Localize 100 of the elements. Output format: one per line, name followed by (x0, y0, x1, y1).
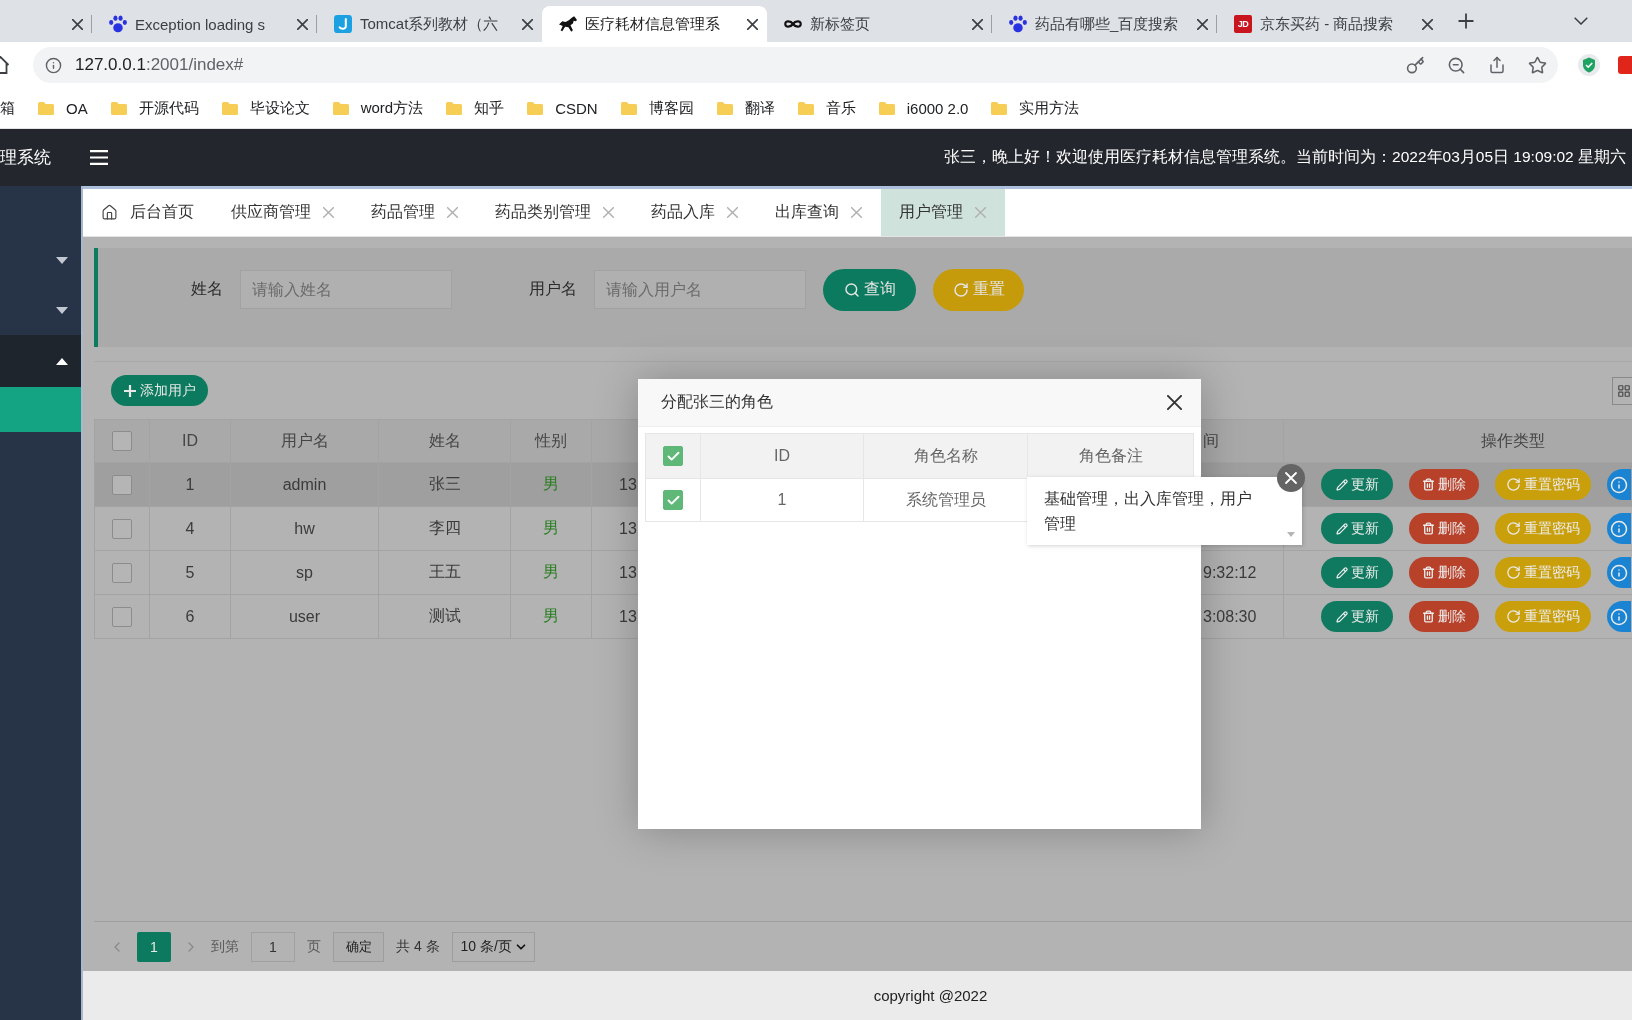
table-cell: 李四 (379, 507, 511, 550)
close-icon[interactable] (1167, 395, 1182, 410)
bookmark-item[interactable]: 音乐 (797, 98, 856, 118)
bookmark-item[interactable]: 开源代码 (110, 98, 199, 118)
info-button[interactable] (1607, 601, 1631, 632)
page-input[interactable]: 1 (251, 931, 295, 962)
grid-button[interactable] (1612, 376, 1632, 405)
browser-tab[interactable]: Exception loading s (92, 6, 317, 42)
folder-icon (332, 101, 349, 115)
url-field[interactable]: 127.0.0.1:2001/index# (75, 55, 244, 75)
text-field[interactable]: 请输入用户名 (594, 270, 806, 309)
close-icon[interactable] (972, 18, 983, 30)
delete-button[interactable]: 删除 (1409, 469, 1479, 500)
page-size-select[interactable]: 10 条/页 (451, 931, 535, 962)
page-tab[interactable]: 出库查询 (757, 189, 881, 236)
edit-button[interactable]: 更新 (1321, 513, 1393, 544)
address-bar[interactable]: 127.0.0.1:2001/index# (33, 47, 1558, 83)
table-cell: 13 (619, 519, 637, 538)
caret-up-icon[interactable] (56, 357, 68, 365)
checkbox[interactable] (112, 606, 132, 627)
browser-tab[interactable]: Tomcat系列教材（六 (317, 6, 542, 42)
info-button[interactable] (1607, 513, 1631, 544)
bookmark-item[interactable]: word方法 (332, 98, 424, 118)
page-tab[interactable]: 药品入库 (633, 189, 757, 236)
close-icon[interactable] (1422, 18, 1433, 30)
table-cell: sp (231, 551, 379, 594)
bookmark-item[interactable]: 知乎 (446, 98, 505, 118)
page-tab[interactable]: 后台首页 (83, 189, 213, 236)
checkbox[interactable] (112, 431, 132, 451)
edit-button[interactable]: 更新 (1321, 557, 1393, 588)
bookmark-item[interactable]: 毕设论文 (221, 98, 310, 118)
info-icon (1610, 519, 1628, 538)
browser-tab[interactable]: 新标签页 (767, 6, 992, 42)
close-icon[interactable] (297, 18, 308, 30)
new-tab-icon[interactable] (1458, 13, 1474, 29)
browser-tab[interactable]: 医疗耗材信息管理系 (542, 6, 767, 42)
bookmark-item[interactable]: 翻译 (716, 98, 775, 118)
page-tab[interactable]: 药品管理 (353, 189, 477, 236)
checkbox[interactable] (112, 474, 132, 495)
checkbox[interactable] (112, 518, 132, 539)
key-icon[interactable] (1406, 55, 1425, 75)
close-icon[interactable] (72, 18, 83, 30)
share-icon[interactable] (1488, 56, 1506, 74)
page-tab[interactable]: 供应商管理 (213, 189, 353, 236)
table-cell: 男 (511, 551, 592, 594)
info-button[interactable] (1607, 557, 1631, 588)
folder-icon (991, 101, 1008, 115)
trash-icon (1422, 610, 1435, 623)
delete-button[interactable]: 删除 (1409, 513, 1479, 544)
browser-tab[interactable]: 药品有哪些_百度搜索 (992, 6, 1217, 42)
page-button[interactable]: 1 (137, 931, 171, 962)
pencil-icon (1335, 566, 1348, 579)
add-user-button[interactable]: 添加用户 (111, 375, 208, 406)
delete-button[interactable]: 删除 (1409, 601, 1479, 632)
shield-icon[interactable] (1578, 54, 1600, 76)
checkbox[interactable] (663, 446, 683, 466)
bookmark-item[interactable]: 箱 (0, 98, 15, 118)
bookmark-item[interactable]: CSDN (527, 99, 598, 117)
table-cell: 6 (150, 595, 231, 638)
caret-down-icon[interactable] (56, 306, 68, 314)
bookmark-item[interactable]: 实用方法 (991, 98, 1080, 118)
star-icon[interactable] (1528, 55, 1547, 75)
delete-button[interactable]: 删除 (1409, 557, 1479, 588)
page-tab[interactable]: 药品类别管理 (477, 189, 633, 236)
table-cell: 男 (511, 507, 592, 550)
checkbox[interactable] (663, 490, 683, 510)
close-icon[interactable] (747, 18, 758, 30)
greeting-text: 张三，晚上好！欢迎使用医疗耗材信息管理系统。当前时间为：2022年03月05日 19:09:02 星期六 (944, 147, 1627, 167)
column-header: 用户名 (231, 420, 379, 462)
info-icon[interactable] (45, 56, 62, 74)
column-header: 操作类型 (1481, 430, 1545, 451)
folder-icon (716, 101, 733, 115)
edit-button[interactable]: 更新 (1321, 469, 1393, 500)
menu-icon[interactable] (90, 150, 108, 165)
info-button[interactable] (1607, 469, 1631, 500)
refresh-icon (1506, 477, 1521, 492)
search-button[interactable]: 查询 (823, 268, 916, 311)
pencil-icon (1335, 610, 1348, 623)
close-icon[interactable] (522, 18, 533, 30)
pencil-icon (1335, 522, 1348, 535)
paw-icon (1009, 15, 1027, 33)
tooltip-text: 基础管理，出入库管理，用户管理 (1044, 489, 1253, 534)
caret-down-icon[interactable] (56, 256, 68, 264)
bookmark-item[interactable]: 博客园 (620, 98, 694, 118)
confirm-button[interactable]: 确定 (333, 931, 384, 962)
browser-tab[interactable]: JD 京东买药 - 商品搜索 (1217, 6, 1442, 42)
bookmark-item[interactable]: OA (38, 99, 88, 117)
text-field[interactable]: 请输入姓名 (240, 270, 452, 309)
info-icon (1610, 475, 1628, 494)
checkbox[interactable] (112, 562, 132, 583)
bookmark-item[interactable]: i6000 2.0 (878, 99, 969, 117)
close-icon[interactable] (1197, 18, 1208, 30)
home-icon[interactable] (0, 56, 10, 74)
field-label: 用户名 (529, 279, 577, 299)
zoom-out-icon[interactable] (1447, 55, 1466, 75)
edit-button[interactable]: 更新 (1321, 601, 1393, 632)
table-cell: hw (231, 507, 379, 550)
close-icon[interactable] (1277, 464, 1305, 492)
page-tab[interactable]: 用户管理 (881, 189, 1005, 236)
chevron-down-icon[interactable] (1574, 17, 1588, 25)
